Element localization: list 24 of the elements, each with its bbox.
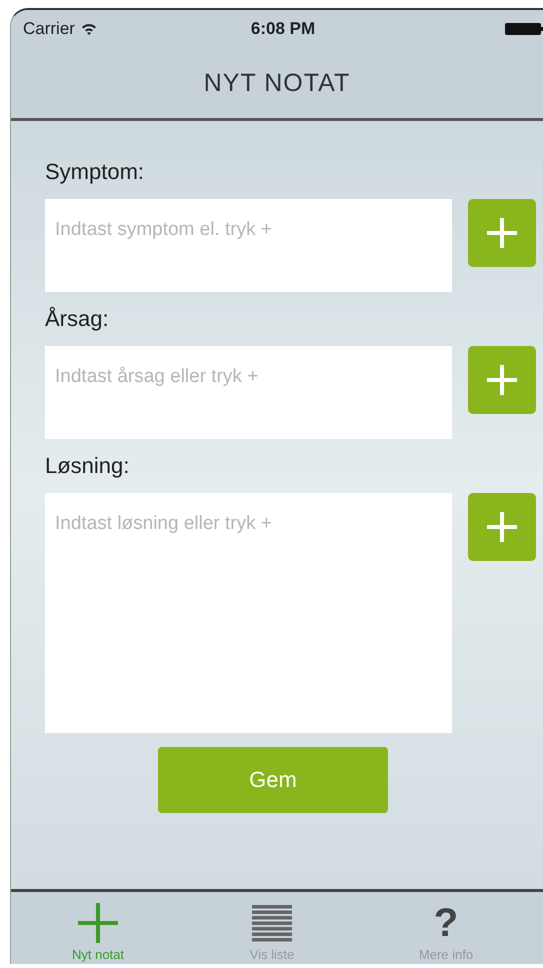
list-icon: [252, 905, 292, 943]
add-button[interactable]: [468, 346, 536, 414]
plus-icon: [487, 365, 517, 395]
status-time: 6:08 PM: [250, 19, 316, 39]
add-button[interactable]: [468, 493, 536, 561]
text-field[interactable]: Indtast løsning eller tryk +: [45, 493, 452, 733]
plus-icon: [487, 512, 517, 542]
field-label: Årsag:: [45, 306, 110, 332]
tab-item[interactable]: ? Mere info: [386, 892, 506, 964]
battery-icon: [505, 23, 543, 35]
carrier-name: Carrier: [23, 19, 75, 39]
text-field[interactable]: Indtast symptom el. tryk +: [45, 199, 452, 292]
save-button[interactable]: Gem: [158, 747, 388, 813]
question-icon: ?: [434, 903, 458, 943]
field-label: Symptom:: [45, 159, 146, 185]
screen-title: NYT NOTAT: [204, 68, 350, 98]
text-field[interactable]: Indtast årsag eller tryk +: [45, 346, 452, 439]
plus-icon: [487, 218, 517, 248]
tab-item[interactable]: Nyt notat: [38, 892, 158, 964]
field-label: Løsning:: [45, 453, 130, 479]
wifi-icon: [80, 23, 97, 35]
plus-icon: [78, 903, 118, 943]
add-button[interactable]: [468, 199, 536, 267]
tab-item[interactable]: Vis liste: [212, 892, 332, 964]
